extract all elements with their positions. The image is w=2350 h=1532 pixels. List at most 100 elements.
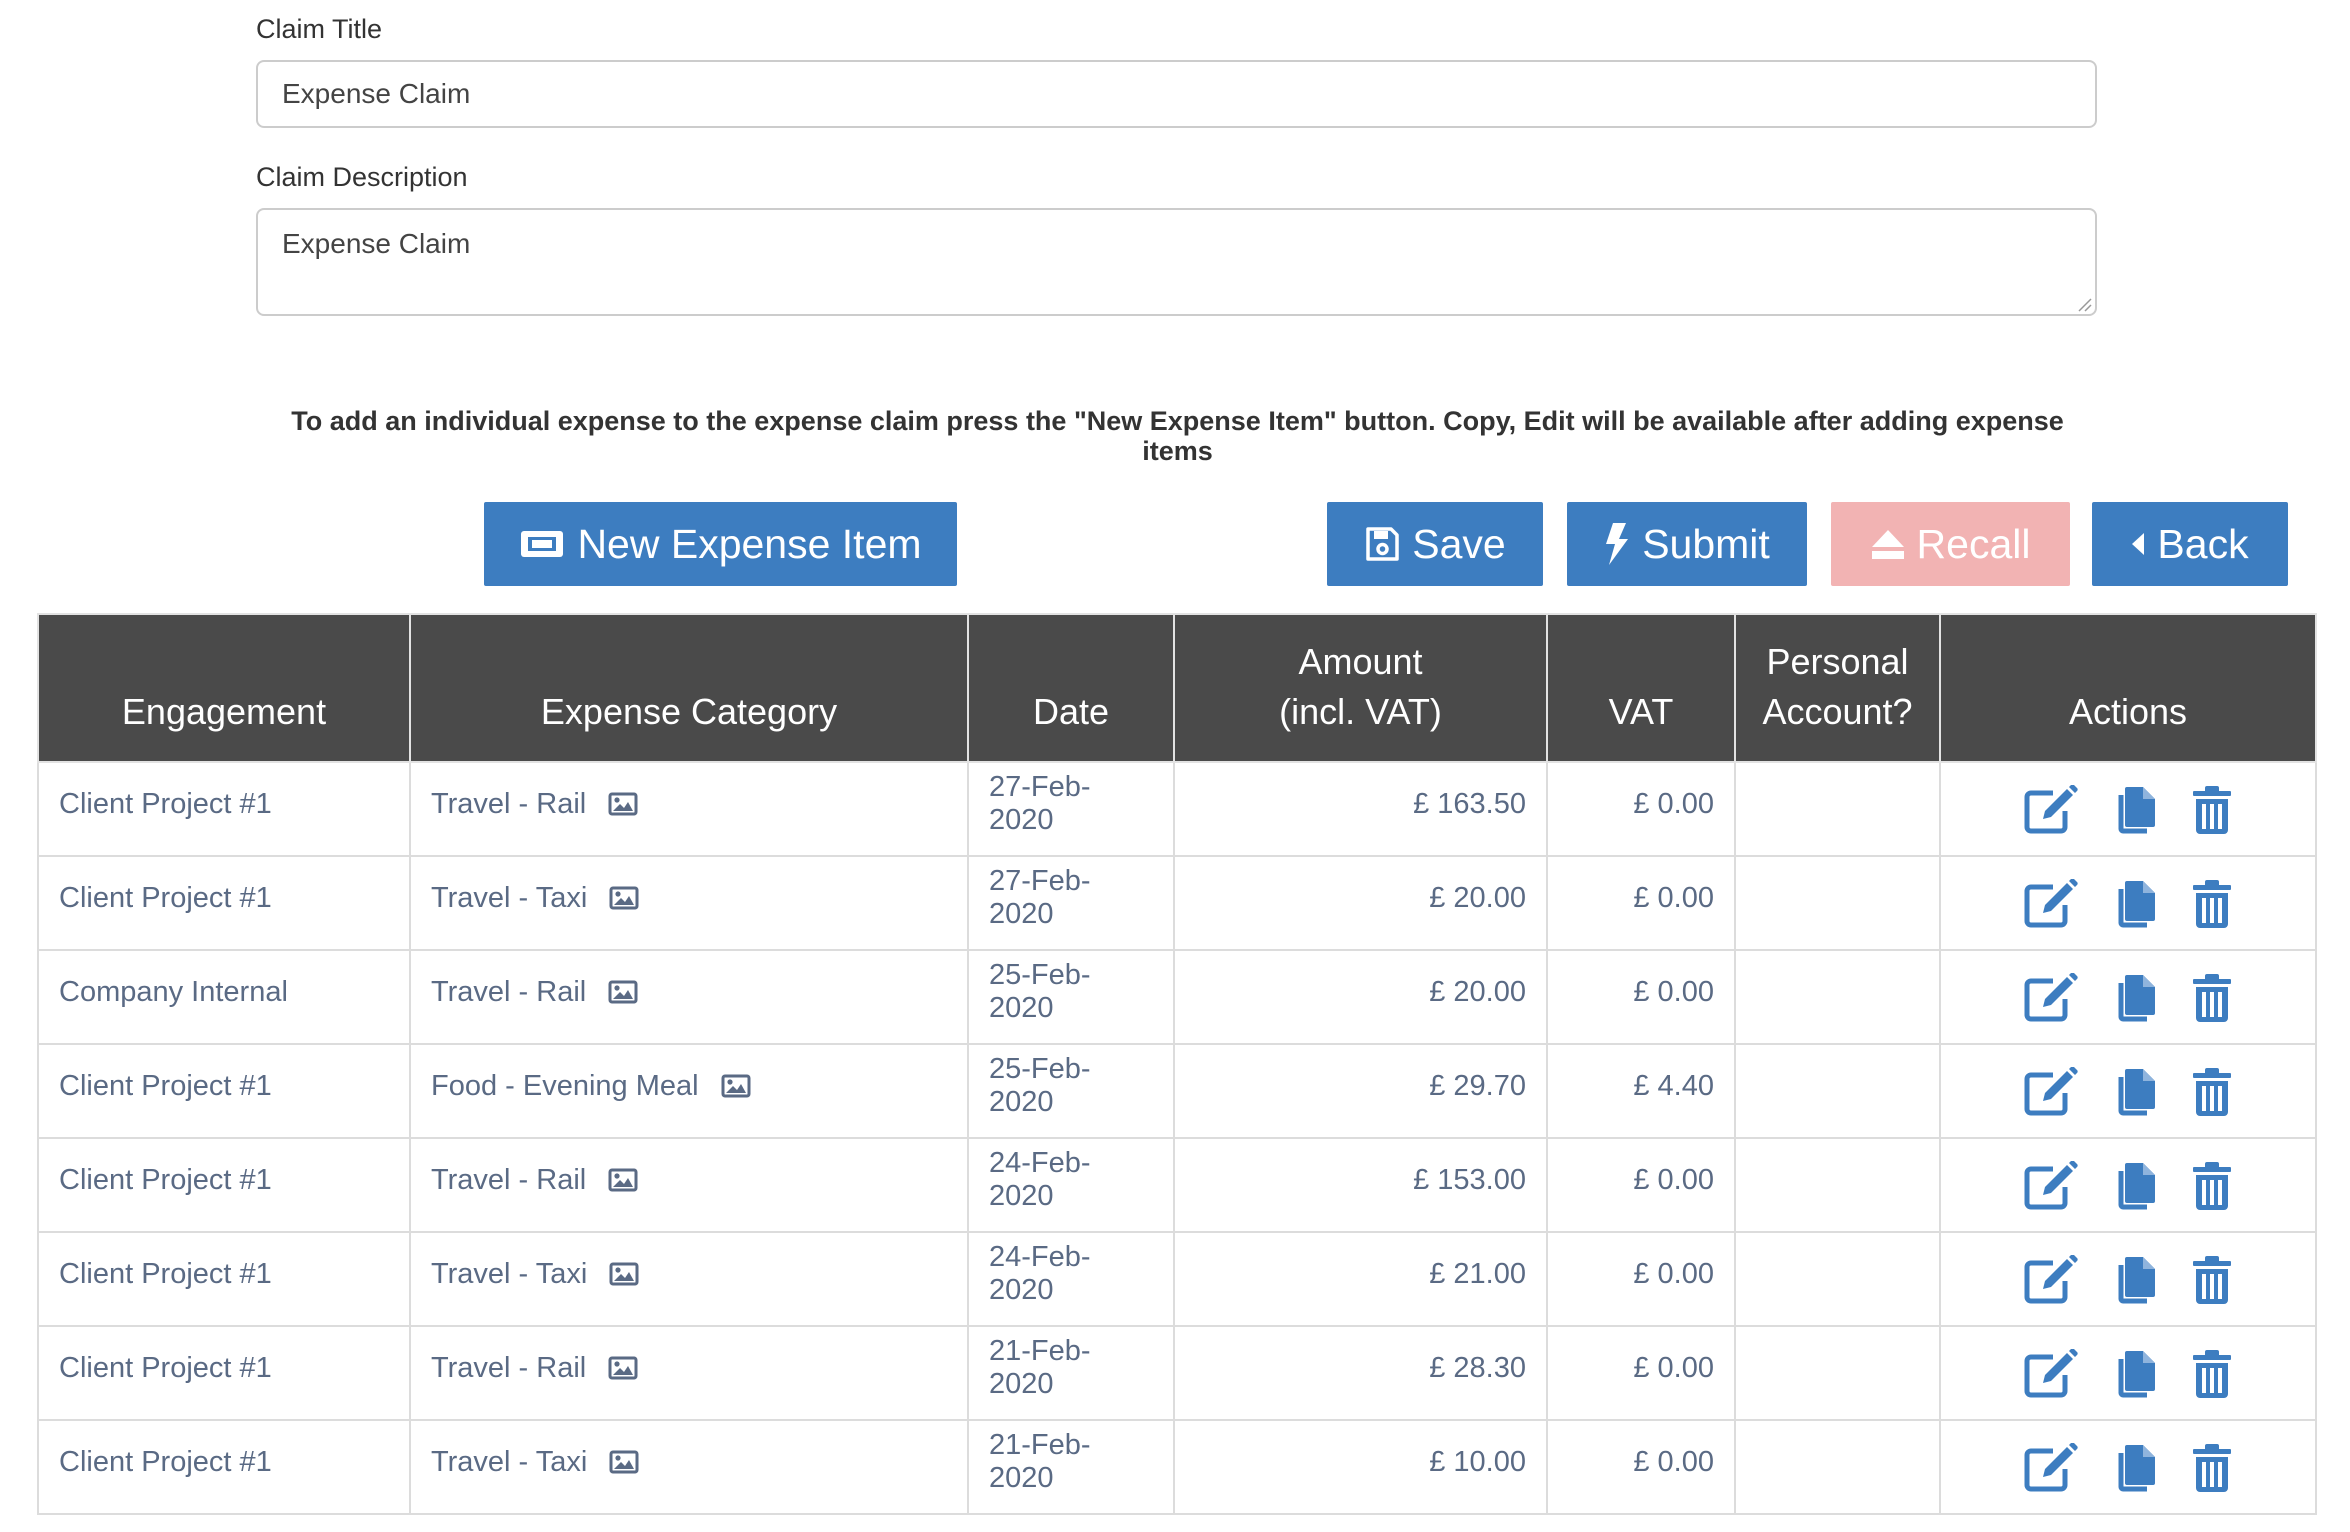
copy-icon[interactable] [2113,1067,2157,1117]
header-amount-line2: (incl. VAT) [1279,691,1442,732]
header-date[interactable]: Date [967,613,1175,763]
engagement-cell: Client Project #1 [37,1137,411,1233]
submit-button[interactable]: Submit [1567,502,1807,586]
table-row[interactable]: Client Project #1 Travel - Taxi 21-Feb-2… [37,1419,2317,1515]
image-icon[interactable] [608,792,638,816]
copy-icon[interactable] [2113,1161,2157,1211]
image-icon[interactable] [608,1168,638,1192]
trash-icon[interactable] [2191,879,2233,929]
copy-icon[interactable] [2113,1349,2157,1399]
table-row[interactable]: Client Project #1 Travel - Taxi 27-Feb-2… [37,855,2317,951]
edit-icon[interactable] [2023,879,2079,929]
vat-cell: £ 0.00 [1546,855,1736,951]
amount-cell: £ 153.00 [1173,1137,1548,1233]
table-row[interactable]: Client Project #1 Travel - Rail 27-Feb-2… [37,761,2317,857]
image-icon[interactable] [609,886,639,910]
edit-icon[interactable] [2023,785,2079,835]
trash-icon[interactable] [2191,1349,2233,1399]
personal-account-cell [1734,949,1941,1045]
date-cell: 24-Feb-2020 [967,1137,1175,1233]
edit-icon[interactable] [2023,1349,2079,1399]
category-text: Travel - Rail [431,1163,587,1196]
floppy-disk-icon [1366,527,1400,561]
edit-icon[interactable] [2023,973,2079,1023]
engagement-cell: Company Internal [37,949,411,1045]
category-text: Travel - Rail [431,1351,587,1384]
copy-icon[interactable] [2113,1443,2157,1493]
engagement-cell: Client Project #1 [37,1325,411,1421]
header-amount[interactable]: Amount (incl. VAT) [1173,613,1548,763]
category-text: Travel - Rail [431,787,587,820]
trash-icon[interactable] [2191,1161,2233,1211]
image-icon[interactable] [608,1356,638,1380]
trash-icon[interactable] [2191,1067,2233,1117]
image-icon[interactable] [609,1450,639,1474]
edit-icon[interactable] [2023,1443,2079,1493]
eject-icon [1871,530,1904,559]
resize-grip-icon[interactable] [2076,296,2092,312]
actions-cell [1939,1231,2317,1327]
header-actions: Actions [1939,613,2317,763]
image-icon[interactable] [721,1074,751,1098]
personal-account-cell [1734,855,1941,951]
claim-description-label: Claim Description [256,162,468,192]
trash-icon[interactable] [2191,785,2233,835]
engagement-cell: Client Project #1 [37,1419,411,1515]
date-cell: 27-Feb-2020 [967,761,1175,857]
amount-cell: £ 28.30 [1173,1325,1548,1421]
image-icon[interactable] [608,980,638,1004]
copy-icon[interactable] [2113,785,2157,835]
vat-cell: £ 0.00 [1546,761,1736,857]
category-text: Travel - Taxi [431,1257,588,1290]
edit-icon[interactable] [2023,1255,2079,1305]
copy-icon[interactable] [2113,1255,2157,1305]
category-cell: Travel - Taxi [409,1419,969,1515]
back-button[interactable]: Back [2092,502,2288,586]
image-icon[interactable] [609,1262,639,1286]
new-expense-item-button[interactable]: New Expense Item [484,502,957,586]
amount-cell: £ 10.00 [1173,1419,1548,1515]
personal-account-cell [1734,1231,1941,1327]
table-row[interactable]: Client Project #1 Travel - Rail 21-Feb-2… [37,1325,2317,1421]
table-row[interactable]: Client Project #1 Travel - Taxi 24-Feb-2… [37,1231,2317,1327]
vat-cell: £ 0.00 [1546,1137,1736,1233]
engagement-cell: Client Project #1 [37,855,411,951]
header-engagement[interactable]: Engagement [37,613,411,763]
edit-icon[interactable] [2023,1067,2079,1117]
trash-icon[interactable] [2191,973,2233,1023]
category-text: Travel - Taxi [431,1445,588,1478]
engagement-cell: Client Project #1 [37,1043,411,1139]
help-text: To add an individual expense to the expe… [291,406,2064,466]
copy-icon[interactable] [2113,879,2157,929]
claim-description-textarea[interactable]: Expense Claim [256,208,2097,316]
vat-cell: £ 0.00 [1546,1325,1736,1421]
recall-label: Recall [1916,520,2031,567]
actions-cell [1939,1137,2317,1233]
category-text: Travel - Taxi [431,881,588,914]
copy-icon[interactable] [2113,973,2157,1023]
claim-title-input[interactable] [256,60,2097,128]
table-row[interactable]: Client Project #1 Food - Evening Meal 25… [37,1043,2317,1139]
header-personal-line1: Personal [1766,641,1909,682]
header-personal-account[interactable]: Personal Account? [1734,613,1941,763]
category-cell: Travel - Rail [409,1137,969,1233]
trash-icon[interactable] [2191,1255,2233,1305]
date-cell: 25-Feb-2020 [967,1043,1175,1139]
personal-account-cell [1734,761,1941,857]
category-cell: Food - Evening Meal [409,1043,969,1139]
save-button[interactable]: Save [1327,502,1543,586]
category-cell: Travel - Rail [409,1325,969,1421]
actions-cell [1939,855,2317,951]
table-row[interactable]: Company Internal Travel - Rail 25-Feb-20… [37,949,2317,1045]
edit-icon[interactable] [2023,1161,2079,1211]
category-cell: Travel - Taxi [409,855,969,951]
trash-icon[interactable] [2191,1443,2233,1493]
table-row[interactable]: Client Project #1 Travel - Rail 24-Feb-2… [37,1137,2317,1233]
vat-cell: £ 4.40 [1546,1043,1736,1139]
recall-button[interactable]: Recall [1831,502,2070,586]
header-vat[interactable]: VAT [1546,613,1736,763]
header-expense-category[interactable]: Expense Category [409,613,969,763]
category-cell: Travel - Taxi [409,1231,969,1327]
category-cell: Travel - Rail [409,949,969,1045]
category-text: Travel - Rail [431,975,587,1008]
